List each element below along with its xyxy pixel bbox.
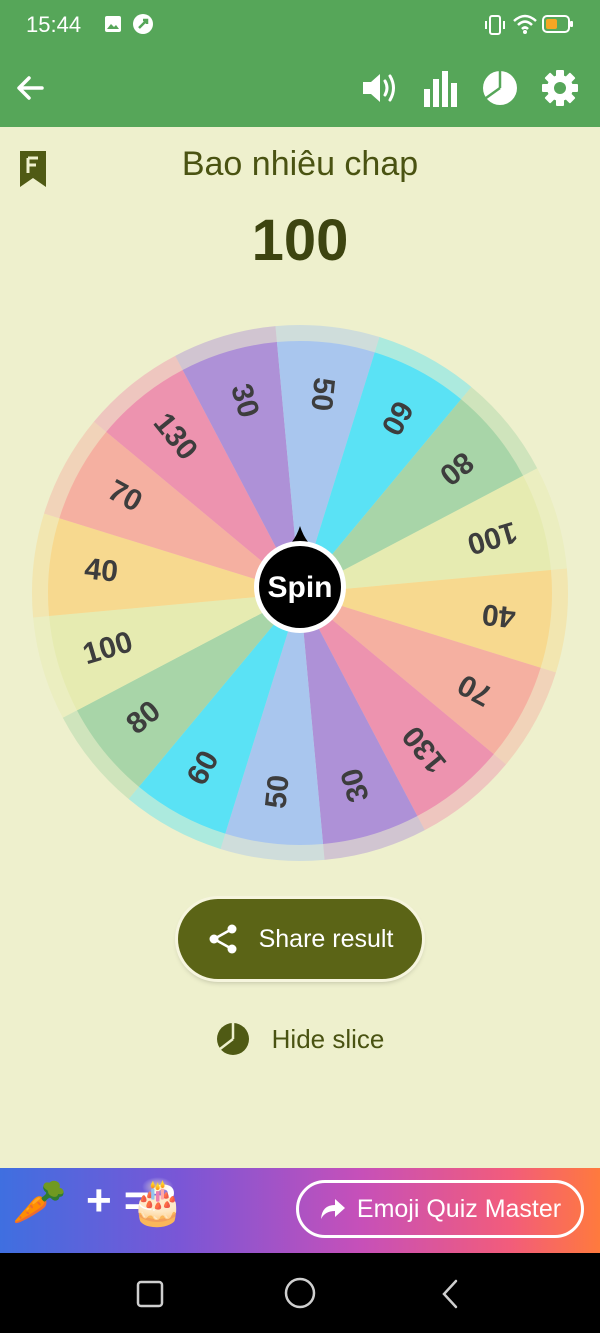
share-result-button[interactable]: Share result	[178, 899, 422, 979]
home-button[interactable]	[284, 1277, 316, 1309]
wifi-icon	[513, 14, 537, 34]
cake-icon: 🎂	[130, 1178, 185, 1227]
pie-chart-icon	[483, 71, 517, 105]
settings-button[interactable]	[536, 64, 584, 112]
ad-button-label: Emoji Quiz Master	[356, 1194, 562, 1223]
battery-icon	[542, 15, 573, 33]
ad-banner[interactable]: 🥕 + =? 🎂 Emoji Quiz Master	[0, 1168, 600, 1253]
sound-button[interactable]	[356, 64, 404, 112]
ad-install-button[interactable]: Emoji Quiz Master	[296, 1180, 584, 1238]
back-arrow-icon	[17, 76, 44, 100]
statistics-button[interactable]	[416, 64, 464, 112]
app-bar	[0, 50, 600, 127]
share-icon	[209, 924, 237, 954]
wheel-slice-label: 50	[304, 376, 340, 413]
spin-result: 100	[251, 208, 349, 273]
status-time: 15:44	[26, 12, 82, 37]
main-content: Bao nhiêu chap 100 100 40 70 130 30 50 60 80 100…	[0, 127, 600, 1168]
spin-label: Spin	[268, 571, 333, 604]
wheel-slice-label: 40	[83, 552, 120, 588]
pie-chart-icon	[216, 1023, 249, 1055]
hide-slice-label: Hide slice	[271, 1023, 385, 1054]
vibrate-icon	[485, 15, 505, 35]
share-result-label: Share result	[258, 924, 394, 953]
wheel-title: Bao nhiêu chap	[181, 145, 419, 183]
back-button[interactable]	[6, 64, 54, 112]
wheel-slice-label: 40	[480, 597, 517, 633]
bar-chart-icon	[424, 71, 457, 107]
carrot-icon: 🥕	[12, 1178, 67, 1227]
gear-icon	[542, 70, 578, 106]
hide-slice-button[interactable]: Hide slice	[0, 1015, 600, 1063]
recent-apps-button[interactable]	[136, 1280, 164, 1308]
back-button[interactable]	[436, 1279, 464, 1309]
wheel-slice-label: 50	[259, 773, 295, 810]
forward-arrow-icon	[320, 1199, 345, 1219]
app-notification-icon	[133, 14, 153, 34]
spin-wheel[interactable]: 100407013030506080100407013030 506080 Spi…	[30, 323, 570, 863]
gallery-notification-icon	[105, 16, 121, 32]
system-navigation-bar	[0, 1253, 600, 1333]
slices-button[interactable]	[476, 64, 524, 112]
status-bar: 15:44	[0, 0, 600, 50]
volume-icon	[363, 74, 395, 102]
